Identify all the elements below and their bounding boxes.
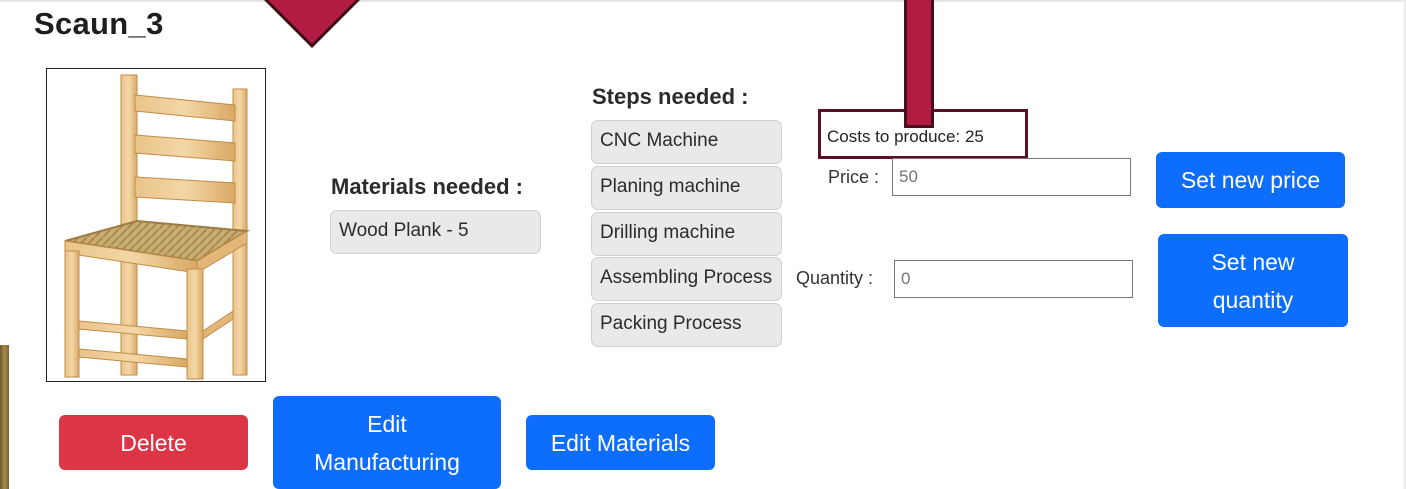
product-image [46,68,266,382]
annotation-arrow-down-icon [268,0,356,44]
price-input[interactable] [892,158,1131,196]
quantity-input[interactable] [894,260,1133,298]
step-item-assembling-process: Assembling Process [591,257,782,301]
step-item-planing-machine: Planing machine [591,166,782,210]
edit-materials-button[interactable]: Edit Materials [526,415,715,470]
materials-heading: Materials needed : [331,174,523,199]
steps-heading: Steps needed : [592,84,749,109]
chair-icon [64,74,251,380]
background-edge [0,345,9,489]
step-item-cnc-machine: CNC Machine [591,120,782,164]
step-item-packing-process: Packing Process [591,303,782,347]
annotation-pointer-bar [904,0,934,128]
top-border [0,0,1406,2]
step-item-drilling-machine: Drilling machine [591,212,782,256]
product-title: Scaun_3 [34,6,164,41]
delete-button[interactable]: Delete [59,415,248,470]
edit-manufacturing-button[interactable]: Edit Manufacturing [273,396,501,489]
set-new-price-button[interactable]: Set new price [1156,152,1345,208]
quantity-label: Quantity : [796,268,874,288]
price-label: Price : [828,167,880,187]
set-new-quantity-button[interactable]: Set new quantity [1158,234,1348,327]
costs-to-produce: Costs to produce: 25 [827,127,984,146]
material-item: Wood Plank - 5 [330,210,541,254]
